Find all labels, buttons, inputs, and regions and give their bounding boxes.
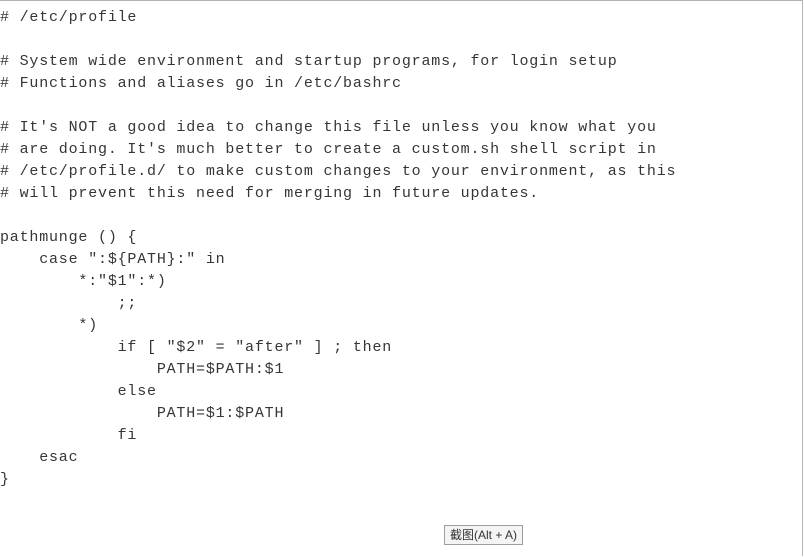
tooltip-label: 截图(Alt + A) xyxy=(450,528,517,542)
code-block: # /etc/profile # System wide environment… xyxy=(0,1,802,491)
code-line: fi xyxy=(0,427,137,444)
code-line: # /etc/profile xyxy=(0,9,137,26)
code-line: case ":${PATH}:" in xyxy=(0,251,225,268)
code-line: PATH=$PATH:$1 xyxy=(0,361,284,378)
code-line: # will prevent this need for merging in … xyxy=(0,185,539,202)
code-line: ;; xyxy=(0,295,137,312)
code-line: # System wide environment and startup pr… xyxy=(0,53,618,70)
code-line: # It's NOT a good idea to change this fi… xyxy=(0,119,657,136)
code-line: # are doing. It's much better to create … xyxy=(0,141,657,158)
code-line: esac xyxy=(0,449,78,466)
code-line: pathmunge () { xyxy=(0,229,137,246)
code-line: PATH=$1:$PATH xyxy=(0,405,284,422)
screenshot-tooltip: 截图(Alt + A) xyxy=(444,525,523,545)
code-line: *:"$1":*) xyxy=(0,273,167,290)
code-line: else xyxy=(0,383,157,400)
code-viewport: # /etc/profile # System wide environment… xyxy=(0,0,803,556)
code-line: if [ "$2" = "after" ] ; then xyxy=(0,339,392,356)
code-line: *) xyxy=(0,317,98,334)
code-line: # /etc/profile.d/ to make custom changes… xyxy=(0,163,676,180)
code-line: # Functions and aliases go in /etc/bashr… xyxy=(0,75,402,92)
code-line: } xyxy=(0,471,10,488)
